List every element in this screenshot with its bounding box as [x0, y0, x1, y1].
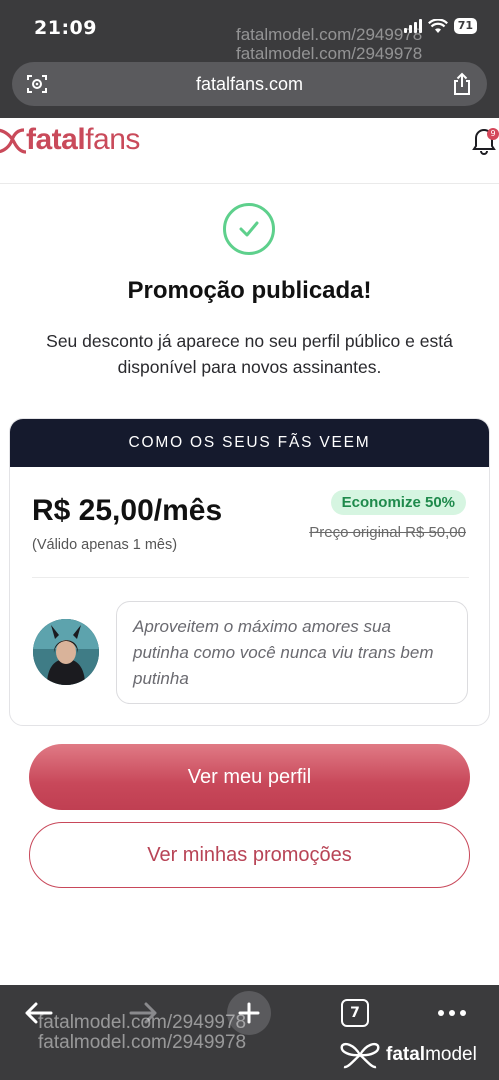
- validity-note: (Válido apenas 1 mês): [32, 537, 178, 553]
- watermark-bottom: fatalmodel.com/2949978 fatalmodel.com/29…: [38, 1012, 247, 1053]
- share-icon[interactable]: [451, 72, 473, 96]
- card-divider: [32, 577, 469, 578]
- status-time: 21:09: [34, 17, 97, 39]
- more-dots-icon: [438, 1010, 466, 1016]
- notifications-button[interactable]: 9: [471, 126, 499, 156]
- view-promotions-button[interactable]: Ver minhas promoções: [29, 822, 470, 888]
- success-description: Seu desconto já aparece no seu perfil pú…: [46, 331, 453, 377]
- avatar: [33, 619, 99, 685]
- more-menu-button[interactable]: [436, 997, 468, 1029]
- original-price: Preço original R$ 50,00: [309, 524, 466, 541]
- url-text[interactable]: fatalfans.com: [196, 74, 303, 95]
- page-title: Promoção publicada!: [127, 277, 372, 304]
- success-check-icon: [223, 203, 275, 255]
- site-header: fatalfans 9: [0, 118, 499, 184]
- discount-badge: Economize 50%: [330, 490, 466, 515]
- tabs-button[interactable]: 7: [340, 997, 370, 1029]
- notification-badge: 9: [487, 128, 499, 140]
- battery-icon: 71: [453, 18, 477, 34]
- card-header: COMO OS SEUS FÃS VEEM: [10, 419, 489, 467]
- fan-preview-card: COMO OS SEUS FÃS VEEM R$ 25,00/mês (Váli…: [9, 418, 490, 726]
- address-bar[interactable]: fatalfans.com: [12, 62, 487, 106]
- wifi-icon: [427, 18, 448, 33]
- butterfly-logo-icon: [0, 128, 26, 154]
- fatalfans-logo[interactable]: fatalfans: [0, 123, 140, 157]
- browser-chrome: 21:09 71 fatalmodel.com/2949978 fatalmod…: [0, 0, 499, 118]
- butterfly-logo-icon: [340, 1042, 380, 1069]
- watermark-top: fatalmodel.com/2949978 fatalmodel.com/29…: [236, 25, 423, 63]
- view-profile-button[interactable]: Ver meu perfil: [29, 744, 470, 810]
- fatalmodel-watermark-logo: fatalmodel: [340, 1040, 477, 1070]
- fatalmodel-text: fatalmodel: [386, 1044, 477, 1065]
- tabs-count: 7: [341, 999, 369, 1027]
- promo-price: R$ 25,00/mês: [32, 494, 223, 527]
- promo-message: Aproveitem o máximo amores sua putinha c…: [116, 601, 468, 704]
- logo-text: fatalfans: [26, 123, 140, 156]
- reader-lens-icon[interactable]: [26, 73, 48, 95]
